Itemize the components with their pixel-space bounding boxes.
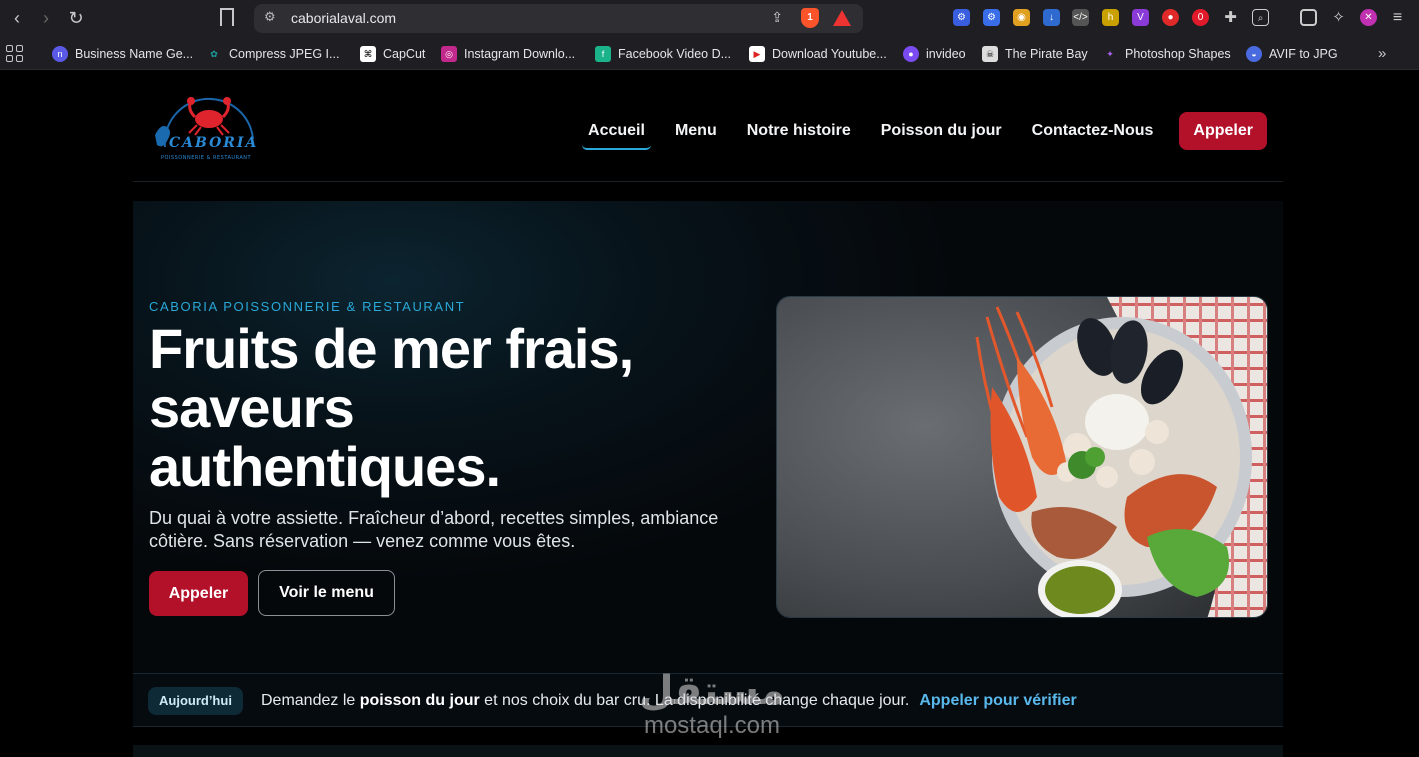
bookmark-favicon-icon: ● bbox=[903, 46, 919, 62]
seafood-platter-image bbox=[776, 296, 1268, 618]
nav-notre-histoire[interactable]: Notre histoire bbox=[747, 122, 851, 140]
browser-toolbar: ‹ › ↻ ⚙ caborialaval.com ⇪ 1 ⚙ ⚙ ◉ ↓ </>… bbox=[0, 0, 1419, 37]
bookmark-item[interactable]: ✿ Compress JPEG I... bbox=[206, 44, 339, 64]
bookmark-favicon-icon: ◎ bbox=[441, 46, 457, 62]
bookmark-item[interactable]: ◒ AVIF to JPG bbox=[1246, 44, 1338, 64]
logo-subtext: POISSONNERIE & RESTAURANT bbox=[161, 155, 252, 161]
extensions-puzzle-icon[interactable]: ✚ bbox=[1222, 9, 1239, 26]
forward-icon[interactable]: › bbox=[34, 6, 58, 30]
today-badge: Aujourd’hui bbox=[148, 687, 243, 715]
main-navigation: Accueil Menu Notre histoire Poisson du j… bbox=[558, 112, 1267, 150]
bookmark-favicon-icon: ✿ bbox=[210, 49, 218, 59]
share-icon[interactable]: ⇪ bbox=[771, 9, 783, 26]
extension-icon[interactable]: ⚙ bbox=[983, 9, 1000, 26]
hero-subtitle: Du quai à votre assiette. Fraîcheur d’ab… bbox=[149, 508, 719, 551]
reader-icon[interactable]: ⌕ bbox=[1252, 9, 1269, 26]
bookmark-label: Download Youtube... bbox=[772, 47, 887, 61]
view-menu-button[interactable]: Voir le menu bbox=[258, 570, 395, 616]
today-highlight: poisson du jour bbox=[359, 692, 480, 709]
crab-logo-icon: CABORIA POISSONNERIE & RESTAURANT bbox=[155, 97, 258, 161]
bookmark-favicon-icon: ▶ bbox=[749, 46, 765, 62]
bookmark-label: Compress JPEG I... bbox=[229, 47, 340, 61]
nav-poisson-du-jour[interactable]: Poisson du jour bbox=[881, 122, 1002, 140]
menu-icon[interactable]: ≡ bbox=[1389, 9, 1406, 26]
hero-title-line: saveurs bbox=[149, 376, 355, 439]
url-text[interactable]: caborialaval.com bbox=[291, 10, 396, 26]
brave-rewards-icon[interactable] bbox=[833, 10, 851, 26]
extension-icon[interactable]: V bbox=[1132, 9, 1149, 26]
extension-icon[interactable]: 0 bbox=[1192, 9, 1209, 26]
logo-wordmark: CABORIA bbox=[169, 135, 258, 151]
bookmark-item[interactable]: ⌘ CapCut bbox=[360, 44, 425, 64]
address-bar[interactable]: ⚙ caborialaval.com ⇪ 1 bbox=[254, 4, 863, 33]
bookmark-item[interactable]: f Facebook Video D... bbox=[595, 44, 731, 64]
extension-icon[interactable]: h bbox=[1102, 9, 1119, 26]
extension-icon[interactable]: ⚙ bbox=[953, 9, 970, 26]
extension-icon[interactable]: </> bbox=[1072, 9, 1089, 26]
brave-shields-icon[interactable]: 1 bbox=[801, 8, 819, 28]
hero-eyebrow: CABORIA POISSONNERIE & RESTAURANT bbox=[149, 299, 466, 314]
bookmark-label: Photoshop Shapes bbox=[1125, 47, 1231, 61]
bookmark-page-icon[interactable] bbox=[220, 8, 234, 26]
bookmark-item[interactable]: n Business Name Ge... bbox=[52, 44, 193, 64]
today-message: Demandez le poisson du jour et nos choix… bbox=[261, 692, 1077, 710]
bookmark-favicon-icon: n bbox=[52, 46, 68, 62]
bookmark-favicon-icon: ⌘ bbox=[360, 46, 376, 62]
hero-title-line: Fruits de mer frais, bbox=[149, 317, 634, 380]
header-call-button[interactable]: Appeler bbox=[1179, 112, 1267, 150]
extension-icon[interactable]: ↓ bbox=[1043, 9, 1060, 26]
leo-ai-icon[interactable]: ✧ bbox=[1330, 9, 1347, 26]
back-icon[interactable]: ‹ bbox=[5, 6, 29, 30]
more-bookmarks-icon[interactable]: » bbox=[1378, 45, 1386, 62]
bookmark-label: The Pirate Bay bbox=[1005, 47, 1088, 61]
next-section-edge bbox=[133, 745, 1283, 757]
today-text: Demandez le bbox=[261, 692, 360, 709]
extension-icon[interactable]: ● bbox=[1162, 9, 1179, 26]
bookmark-label: Instagram Downlo... bbox=[464, 47, 576, 61]
site-settings-icon[interactable]: ⚙ bbox=[264, 9, 276, 25]
hero-call-button[interactable]: Appeler bbox=[149, 571, 248, 616]
apps-grid-icon[interactable] bbox=[6, 45, 24, 63]
nav-contactez-nous[interactable]: Contactez-Nous bbox=[1032, 122, 1154, 140]
bookmark-item[interactable]: ✦ Photoshop Shapes bbox=[1102, 44, 1231, 64]
bookmark-item[interactable]: ◎ Instagram Downlo... bbox=[441, 44, 575, 64]
hero-section: CABORIA POISSONNERIE & RESTAURANT Fruits… bbox=[133, 201, 1283, 673]
bookmark-favicon-icon: ☠ bbox=[982, 46, 998, 62]
bookmark-favicon-icon: f bbox=[595, 46, 611, 62]
today-text: et nos choix du bar cru. La disponibilit… bbox=[479, 692, 910, 709]
hero-title: Fruits de mer frais, saveurs authentique… bbox=[149, 319, 749, 496]
nav-menu[interactable]: Menu bbox=[675, 122, 717, 140]
reload-icon[interactable]: ↻ bbox=[64, 6, 88, 30]
site-logo[interactable]: CABORIA POISSONNERIE & RESTAURANT bbox=[151, 95, 263, 167]
todays-special-bar: Aujourd’hui Demandez le poisson du jour … bbox=[133, 673, 1283, 727]
call-to-check-link[interactable]: Appeler pour vérifier bbox=[919, 692, 1076, 709]
bookmark-item[interactable]: ● invideo bbox=[903, 44, 966, 64]
sidebar-toggle-icon[interactable] bbox=[1300, 9, 1317, 26]
bookmark-label: Facebook Video D... bbox=[618, 47, 732, 61]
bookmark-favicon-icon: ✦ bbox=[1106, 49, 1114, 59]
bookmark-label: AVIF to JPG bbox=[1269, 47, 1338, 61]
nav-accueil[interactable]: Accueil bbox=[582, 122, 651, 150]
extension-icon[interactable]: ◉ bbox=[1013, 9, 1030, 26]
bookmark-label: Business Name Ge... bbox=[75, 47, 194, 61]
hero-title-line: authentiques. bbox=[149, 435, 501, 498]
bookmark-label: invideo bbox=[926, 47, 966, 61]
bookmarks-bar: n Business Name Ge... ✿ Compress JPEG I...… bbox=[0, 37, 1419, 70]
bookmark-item[interactable]: ▶ Download Youtube... bbox=[749, 44, 887, 64]
bookmark-favicon-icon: ◒ bbox=[1246, 46, 1262, 62]
bookmark-label: CapCut bbox=[383, 47, 426, 61]
bookmark-item[interactable]: ☠ The Pirate Bay bbox=[982, 44, 1088, 64]
site-header: CABORIA POISSONNERIE & RESTAURANT Accuei… bbox=[133, 71, 1283, 182]
profile-icon[interactable]: ✕ bbox=[1360, 9, 1377, 26]
web-page: CABORIA POISSONNERIE & RESTAURANT Accuei… bbox=[0, 71, 1419, 757]
